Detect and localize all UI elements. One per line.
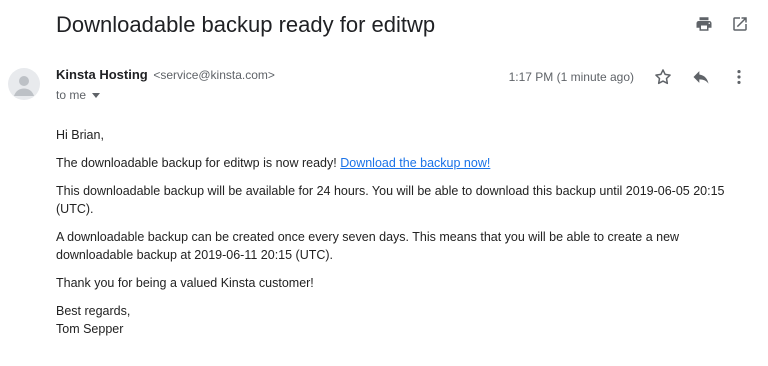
- signature-name: Tom Sepper: [56, 322, 124, 336]
- more-vert-icon[interactable]: [728, 66, 750, 88]
- greeting: Hi Brian,: [56, 128, 104, 142]
- thanks-paragraph: Thank you for being a valued Kinsta cust…: [56, 276, 314, 290]
- chevron-down-icon[interactable]: [92, 93, 101, 98]
- signature-block: Best regards, Tom Sepper: [56, 302, 756, 338]
- message-meta: 1:17 PM (1 minute ago): [509, 66, 750, 88]
- thread-actions: [694, 14, 750, 34]
- sender-avatar: [8, 68, 40, 100]
- signoff: Best regards,: [56, 304, 131, 318]
- message-timestamp: 1:17 PM (1 minute ago): [508, 70, 634, 84]
- person-icon: [14, 76, 34, 96]
- sender-email: <service@kinsta.com>: [153, 68, 275, 82]
- open-in-new-icon[interactable]: [730, 14, 750, 34]
- recipient-label: to me: [56, 88, 87, 102]
- frequency-paragraph: A downloadable backup can be created onc…: [56, 230, 680, 262]
- email-body: Hi Brian, The downloadable backup for ed…: [56, 126, 756, 338]
- email-subject: Downloadable backup ready for editwp: [56, 12, 436, 37]
- sender-name[interactable]: Kinsta Hosting: [56, 67, 148, 82]
- recipient-toggle[interactable]: to me: [56, 88, 101, 102]
- availability-paragraph: This downloadable backup will be availab…: [56, 184, 725, 216]
- download-backup-link[interactable]: Download the backup now!: [340, 156, 490, 170]
- email-view: Downloadable backup ready for editwp Kin…: [0, 0, 768, 366]
- star-icon[interactable]: [652, 66, 674, 88]
- print-icon[interactable]: [694, 14, 714, 34]
- ready-paragraph: The downloadable backup for editwp is no…: [56, 154, 756, 172]
- ready-text: The downloadable backup for editwp is no…: [56, 156, 337, 170]
- reply-icon[interactable]: [690, 66, 712, 88]
- sender-line: Kinsta Hosting <service@kinsta.com>: [56, 67, 275, 82]
